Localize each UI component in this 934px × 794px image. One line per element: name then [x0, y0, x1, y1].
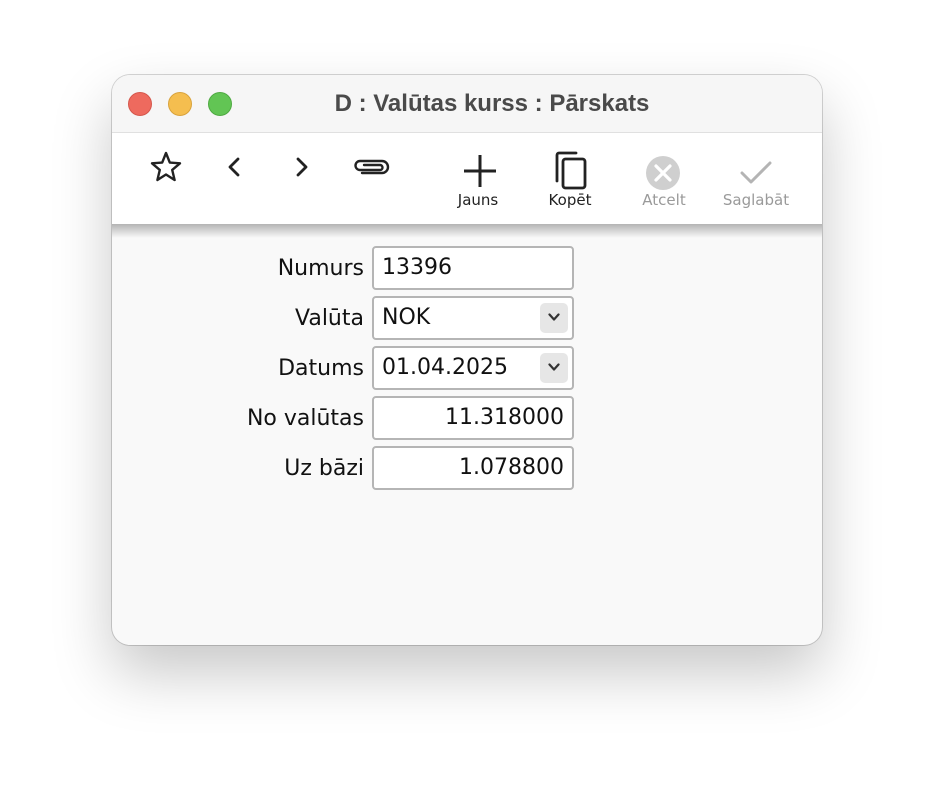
currency-label: Valūta — [295, 306, 364, 331]
to-base-value: 1.078800 — [459, 455, 564, 480]
chevron-left-icon[interactable] — [224, 155, 244, 179]
to-base-field[interactable]: 1.078800 — [372, 446, 574, 490]
date-value: 01.04.2025 — [382, 355, 508, 380]
save-button: Saglabāt — [722, 191, 790, 209]
from-currency-value: 11.318000 — [445, 405, 564, 430]
number-label: Numurs — [277, 256, 364, 281]
star-icon[interactable] — [150, 151, 182, 183]
chevron-down-icon — [548, 363, 560, 371]
copy-button[interactable]: Kopēt — [520, 191, 620, 209]
chevron-right-icon[interactable] — [292, 155, 312, 179]
new-button[interactable]: Jauns — [428, 191, 528, 209]
cancel-icon — [646, 156, 680, 190]
toolbar: Jauns Kopēt Atcelt Saglabāt — [112, 133, 822, 224]
checkmark-icon — [740, 161, 772, 184]
copy-icon[interactable] — [552, 151, 590, 191]
plus-icon[interactable] — [462, 153, 498, 189]
cancel-button: Atcelt — [642, 191, 686, 209]
window-title: D : Valūtas kurss : Pārskats — [334, 90, 650, 117]
to-base-label: Uz bāzi — [284, 456, 364, 481]
currency-select[interactable]: NOK — [372, 296, 574, 340]
toolbar-divider-shadow — [112, 224, 822, 238]
title-bar: D : Valūtas kurss : Pārskats — [112, 75, 822, 133]
number-field[interactable]: 13396 — [372, 246, 574, 290]
currency-value: NOK — [382, 305, 431, 330]
date-dropdown-button[interactable] — [540, 353, 568, 383]
from-currency-field[interactable]: 11.318000 — [372, 396, 574, 440]
paperclip-icon[interactable] — [352, 155, 390, 179]
app-window: D : Valūtas kurss : Pārskats Jauns Kopēt… — [112, 75, 822, 645]
from-currency-label: No valūtas — [246, 406, 364, 431]
date-picker[interactable]: 01.04.2025 — [372, 346, 574, 390]
chevron-down-icon — [548, 313, 560, 321]
date-label: Datums — [278, 356, 364, 381]
currency-dropdown-button[interactable] — [540, 303, 568, 333]
number-value: 13396 — [382, 255, 452, 280]
